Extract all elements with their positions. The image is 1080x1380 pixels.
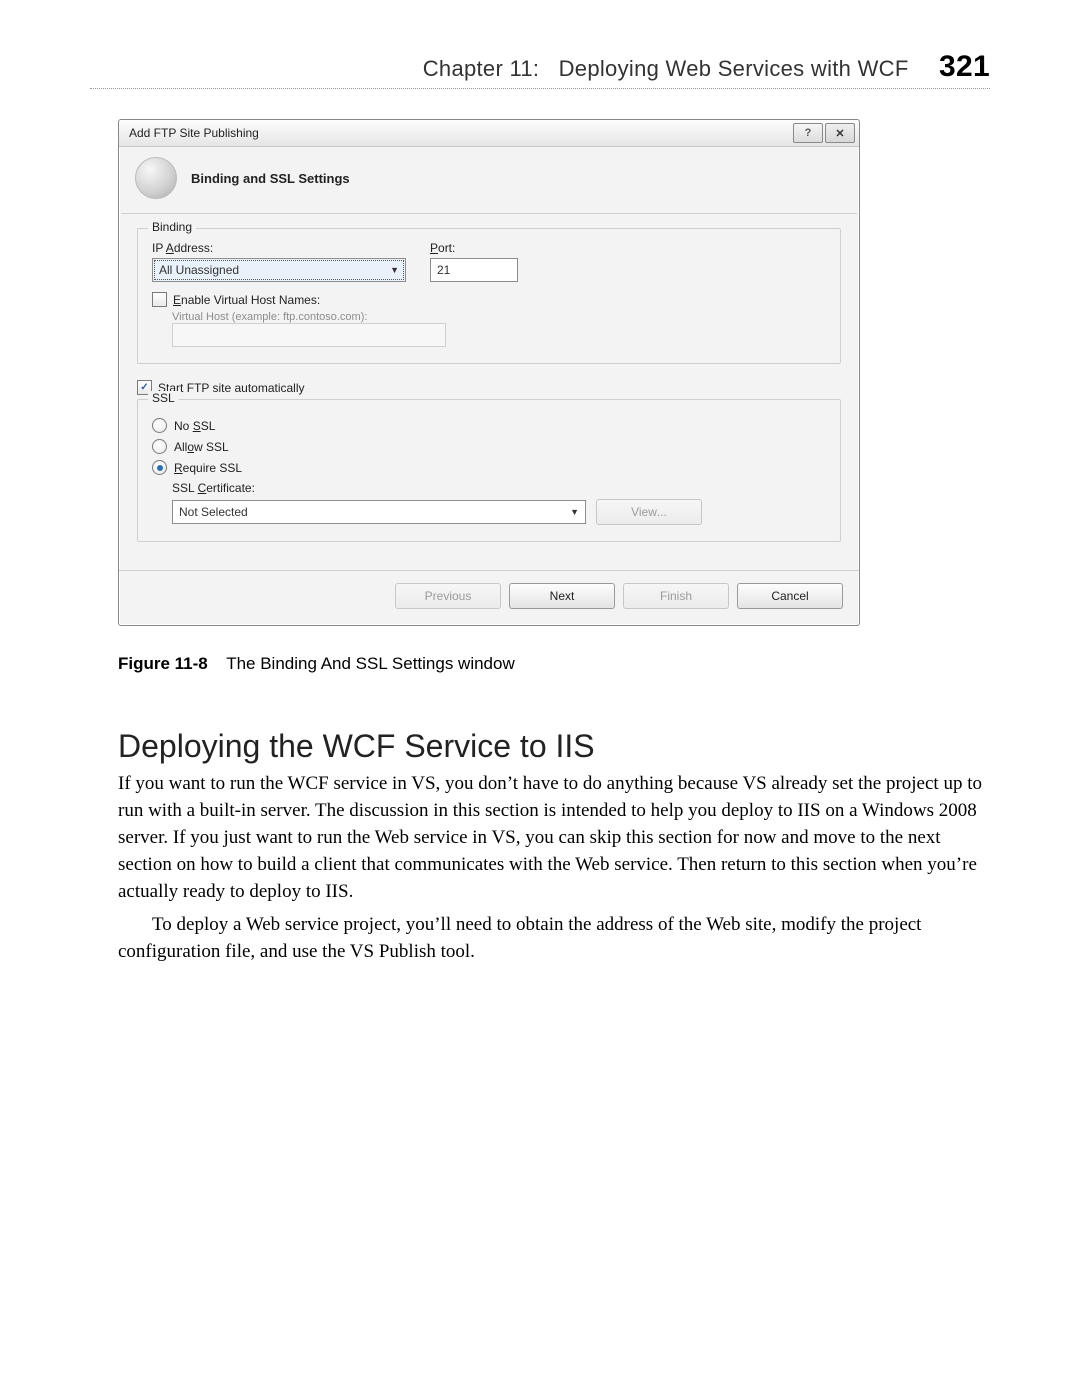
running-header: Chapter 11: Deploying Web Services with …: [90, 50, 990, 89]
body-paragraph-2: To deploy a Web service project, you’ll …: [118, 912, 990, 966]
require-ssl-label: Require SSL: [174, 461, 242, 475]
ssl-cert-value: Not Selected: [179, 505, 248, 519]
page-number: 321: [939, 50, 990, 83]
ip-address-dropdown[interactable]: All Unassigned ▼: [152, 258, 406, 282]
ssl-cert-dropdown[interactable]: Not Selected ▼: [172, 500, 586, 524]
dialog-add-ftp-site: Add FTP Site Publishing ? ✕ Binding and …: [118, 119, 860, 626]
wizard-heading: Binding and SSL Settings: [191, 171, 350, 186]
no-ssl-label: No SSL: [174, 419, 215, 433]
wizard-icon: [135, 157, 177, 199]
start-ftp-auto-label: Start FTP site automatically: [158, 381, 305, 395]
finish-button: Finish: [623, 583, 729, 609]
enable-vhost-checkbox[interactable]: [152, 292, 167, 307]
previous-button: Previous: [395, 583, 501, 609]
binding-legend: Binding: [148, 220, 196, 234]
section-heading: Deploying the WCF Service to IIS: [118, 728, 990, 765]
chevron-down-icon: ▼: [570, 507, 579, 517]
ssl-group: SSL No SSL Allow SSL Require SSL SSL: [137, 399, 841, 542]
figure-text: The Binding And SSL Settings window: [226, 654, 515, 673]
next-button[interactable]: Next: [509, 583, 615, 609]
ip-address-label: IP Address:: [152, 241, 406, 255]
view-cert-button: View...: [596, 499, 702, 525]
cancel-button[interactable]: Cancel: [737, 583, 843, 609]
ssl-cert-label: SSL Certificate:: [172, 481, 255, 495]
window-title: Add FTP Site Publishing: [129, 126, 259, 140]
figure-caption: Figure 11-8 The Binding And SSL Settings…: [118, 654, 990, 674]
close-icon[interactable]: ✕: [825, 123, 855, 143]
ssl-legend: SSL: [148, 391, 179, 405]
port-input[interactable]: 21: [430, 258, 518, 282]
require-ssl-radio[interactable]: [152, 460, 167, 475]
ip-address-value: All Unassigned: [159, 263, 239, 277]
enable-vhost-label: Enable Virtual Host Names:: [173, 293, 320, 307]
no-ssl-radio[interactable]: [152, 418, 167, 433]
chapter-title: Deploying Web Services with WCF: [559, 56, 909, 81]
allow-ssl-radio[interactable]: [152, 439, 167, 454]
chapter-label: Chapter 11:: [423, 56, 540, 81]
vhost-hint: Virtual Host (example: ftp.contoso.com):: [172, 311, 826, 323]
figure-label: Figure 11-8: [118, 654, 208, 673]
titlebar: Add FTP Site Publishing ? ✕: [119, 120, 859, 147]
binding-group: Binding IP Address: All Unassigned ▼ Por…: [137, 228, 841, 364]
body-paragraph-1: If you want to run the WCF service in VS…: [118, 771, 990, 906]
allow-ssl-label: Allow SSL: [174, 440, 229, 454]
vhost-input: [172, 323, 446, 347]
port-label: Port:: [430, 241, 518, 255]
chevron-down-icon: ▼: [390, 265, 399, 275]
help-icon[interactable]: ?: [793, 123, 823, 143]
